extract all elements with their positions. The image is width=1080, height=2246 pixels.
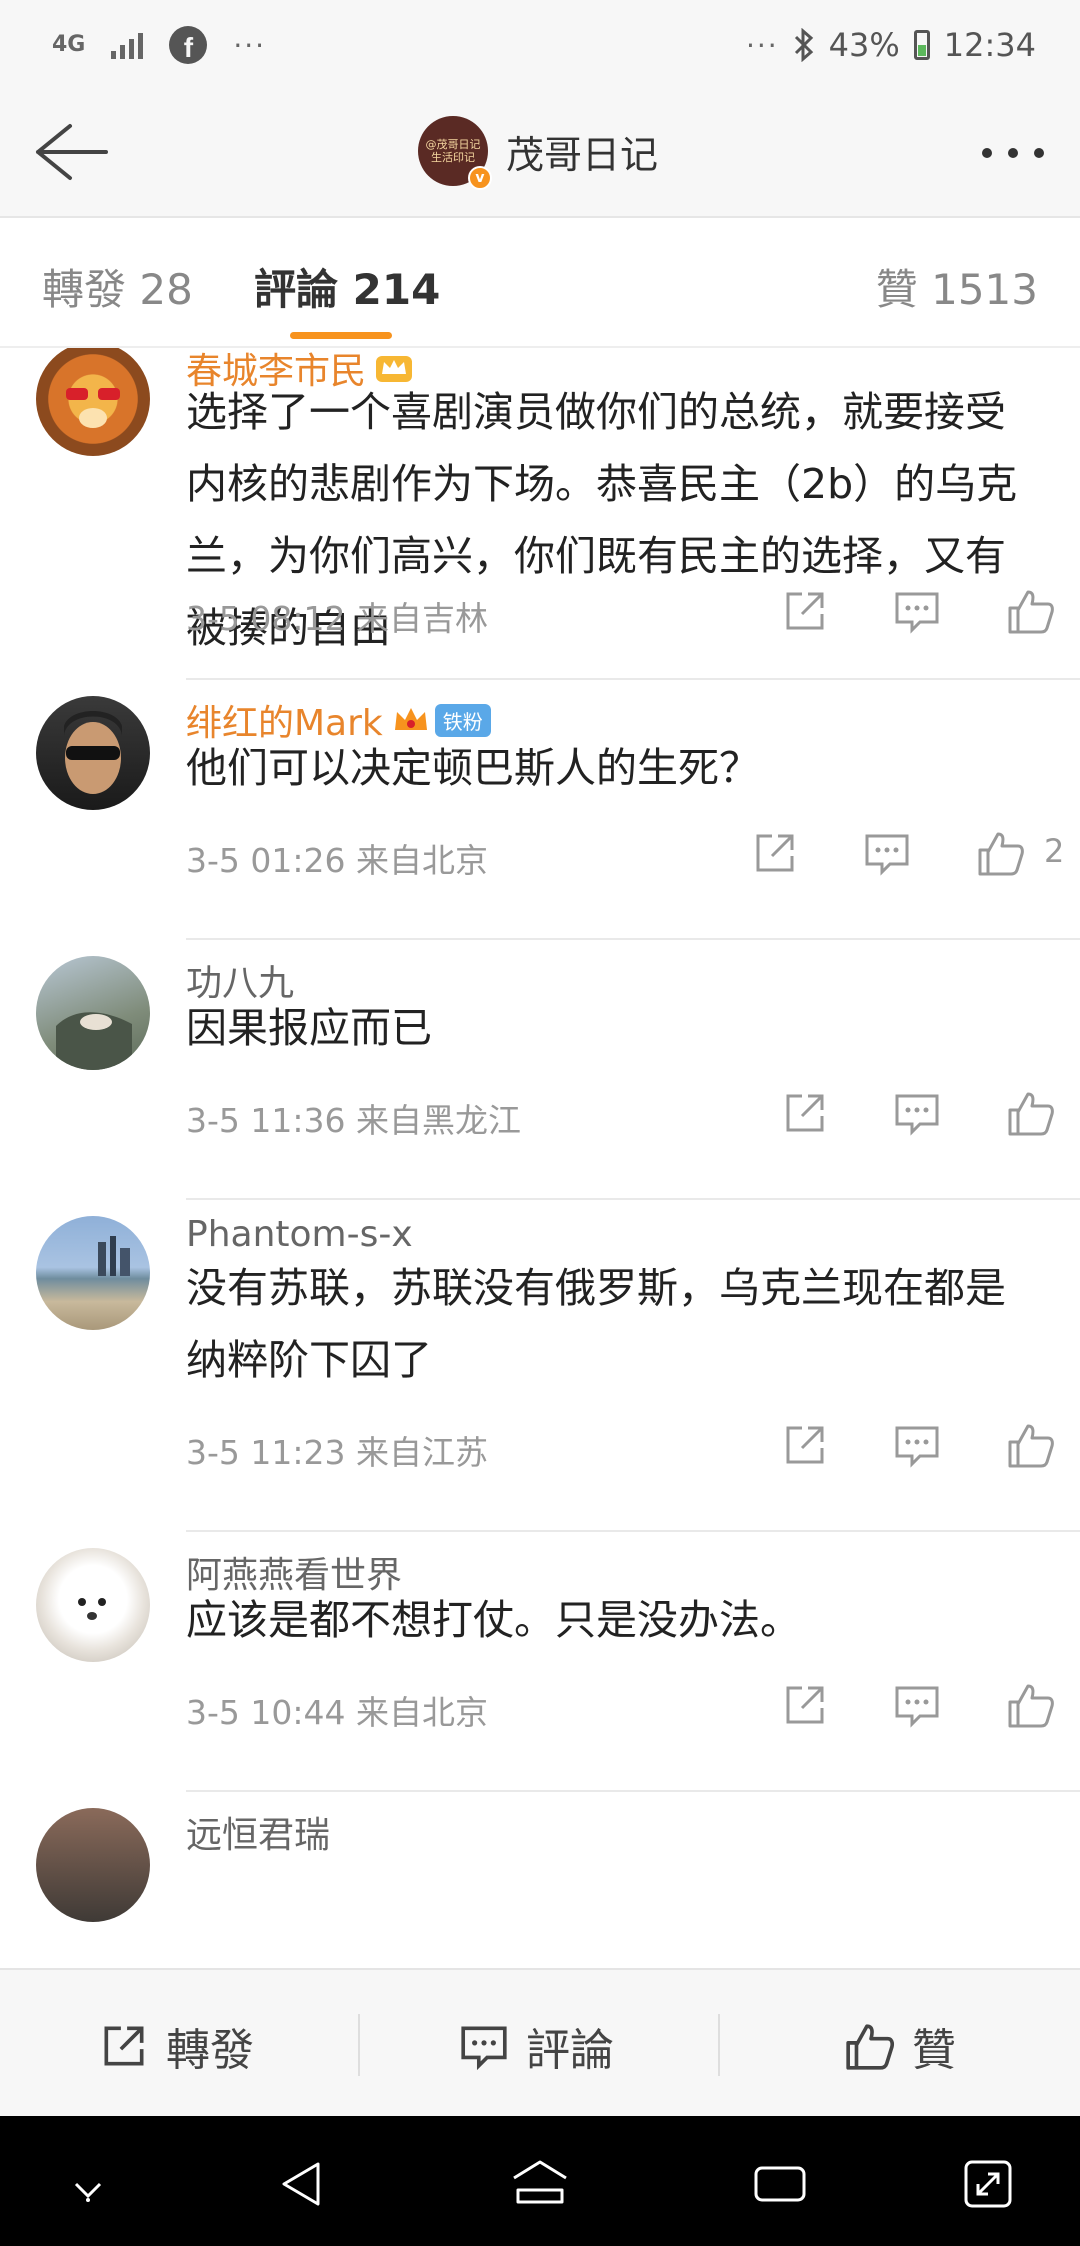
comment-time: 3-5 01:26 xyxy=(186,841,346,880)
comment-actions xyxy=(780,1088,1080,1148)
recent-apps-icon[interactable] xyxy=(752,2156,808,2212)
comment-location: 来自黑龙江 xyxy=(356,1101,521,1140)
commenter-name-text: Phantom-s-x xyxy=(186,1214,413,1255)
comment-icon xyxy=(461,2026,507,2071)
commenter-name[interactable]: Phantom-s-x xyxy=(186,1214,413,1255)
verified-badge-icon: v xyxy=(468,166,492,190)
share-icon[interactable] xyxy=(750,828,800,878)
comment-list[interactable]: 春城李市民 选择了一个喜剧演员做你们的总统，就要接受内核的悲剧作为下场。恭喜民主… xyxy=(0,348,1080,1968)
signal-icon xyxy=(111,31,144,59)
comment-text: 他们可以决定顿巴斯人的生死？ xyxy=(186,744,760,792)
divider xyxy=(186,938,1080,940)
home-nav-icon[interactable] xyxy=(510,2156,570,2212)
profile-header[interactable]: @茂哥日记 生活印记 v 茂哥日记 xyxy=(418,116,659,190)
avatar[interactable]: @茂哥日记 生活印记 v xyxy=(418,116,492,190)
like-icon[interactable] xyxy=(1006,1088,1056,1138)
facebook-icon: f xyxy=(169,26,208,64)
like-label: 贊 xyxy=(912,2025,956,2076)
comment-button[interactable]: 評論 xyxy=(458,2014,614,2078)
reply-icon[interactable] xyxy=(892,1088,942,1138)
comment-location: 来自北京 xyxy=(356,1693,488,1732)
reply-icon[interactable] xyxy=(892,586,942,636)
divider xyxy=(186,1790,1080,1792)
divider xyxy=(186,1198,1080,1200)
like-count: 2 xyxy=(1044,832,1065,870)
battery-icon xyxy=(913,30,930,60)
comment-time: 3-5 11:36 xyxy=(186,1101,346,1140)
separator xyxy=(718,2014,720,2076)
active-tab-indicator xyxy=(290,332,392,339)
back-arrow-icon[interactable] xyxy=(30,120,110,184)
more-notifications-icon: ··· xyxy=(233,28,267,62)
status-bar: 4G f ··· ··· 43% 12:34 xyxy=(0,0,1080,90)
page-title: 茂哥日记 xyxy=(506,132,659,177)
network-type: 4G xyxy=(52,32,86,57)
divider xyxy=(186,678,1080,680)
clock: 12:34 xyxy=(943,26,1036,64)
share-icon[interactable] xyxy=(780,1680,830,1730)
like-icon[interactable] xyxy=(976,828,1026,878)
tab-likes[interactable]: 贊 1513 xyxy=(876,256,1038,317)
system-nav-bar xyxy=(0,2116,1080,2246)
avatar-text-top: @茂哥日记 xyxy=(425,138,481,151)
comment-meta: 3-5 01:26 来自北京 xyxy=(186,834,488,882)
back-nav-icon[interactable] xyxy=(274,2156,330,2212)
reply-icon[interactable] xyxy=(892,1420,942,1470)
comment-location: 来自江苏 xyxy=(356,1433,488,1472)
reply-icon[interactable] xyxy=(862,828,912,878)
repost-icon xyxy=(104,2026,144,2066)
top-nav-bar: @茂哥日记 生活印记 v 茂哥日记 xyxy=(0,90,1080,218)
avatar[interactable] xyxy=(36,956,150,1070)
share-icon[interactable] xyxy=(780,1088,830,1138)
tab-bar: 轉發 28 評論 214 贊 1513 xyxy=(0,218,1080,348)
comment-actions xyxy=(780,1420,1080,1480)
comment-location: 来自北京 xyxy=(356,841,488,880)
repost-button[interactable]: 轉發 xyxy=(98,2014,254,2078)
bottom-action-bar: 轉發 評論 贊 xyxy=(0,1968,1080,2116)
comment-time: 3-5 08:12 xyxy=(186,599,346,638)
comment-time: 3-5 10:44 xyxy=(186,1693,346,1732)
avatar[interactable] xyxy=(36,696,150,810)
like-icon[interactable] xyxy=(1006,586,1056,636)
separator xyxy=(358,2014,360,2076)
comment-meta: 3-5 11:23 来自江苏 xyxy=(186,1426,488,1474)
repost-label: 轉發 xyxy=(166,2025,254,2076)
comment-time: 3-5 11:23 xyxy=(186,1433,346,1472)
comment-actions xyxy=(780,586,1080,646)
expand-icon[interactable] xyxy=(960,2156,1016,2212)
avatar[interactable] xyxy=(36,1216,150,1330)
avatar[interactable] xyxy=(36,348,150,456)
commenter-name[interactable]: 远恒君瑞 xyxy=(186,1806,330,1858)
like-button[interactable]: 贊 xyxy=(844,2014,956,2078)
share-icon[interactable] xyxy=(780,586,830,636)
commenter-name-text: 远恒君瑞 xyxy=(186,1815,331,1856)
comment-label: 評論 xyxy=(526,2025,614,2076)
share-icon[interactable] xyxy=(780,1420,830,1470)
avatar[interactable] xyxy=(36,1548,150,1662)
comment-actions xyxy=(780,1680,1080,1740)
reply-icon[interactable] xyxy=(892,1680,942,1730)
avatar-text-bottom: 生活印记 xyxy=(431,151,475,164)
hide-keyboard-icon[interactable] xyxy=(66,2166,110,2210)
tab-reposts[interactable]: 轉發 28 xyxy=(42,256,193,317)
comment-text: 因果报应而已 xyxy=(186,1004,432,1052)
divider xyxy=(186,1530,1080,1532)
like-icon[interactable] xyxy=(1006,1680,1056,1730)
like-icon[interactable] xyxy=(1006,1420,1056,1470)
like-icon xyxy=(846,2024,895,2070)
comment-text: 没有苏联，苏联没有俄罗斯，乌克兰现在都是纳粹阶下囚了 xyxy=(186,1264,1006,1384)
comment-meta: 3-5 08:12 来自吉林 xyxy=(186,592,488,640)
battery-percent: 43% xyxy=(828,26,900,64)
status-more: ··· xyxy=(745,28,779,62)
more-options-icon[interactable] xyxy=(982,148,1044,158)
avatar[interactable] xyxy=(36,1808,150,1922)
comment-text: 应该是都不想打仗。只是没办法。 xyxy=(186,1596,801,1644)
comment-meta: 3-5 10:44 来自北京 xyxy=(186,1686,488,1734)
comment-actions: 2 xyxy=(750,828,1080,888)
bluetooth-icon xyxy=(794,28,813,62)
comment-meta: 3-5 11:36 来自黑龙江 xyxy=(186,1094,521,1142)
tab-comments[interactable]: 評論 214 xyxy=(254,256,440,317)
comment-location: 来自吉林 xyxy=(356,599,488,638)
